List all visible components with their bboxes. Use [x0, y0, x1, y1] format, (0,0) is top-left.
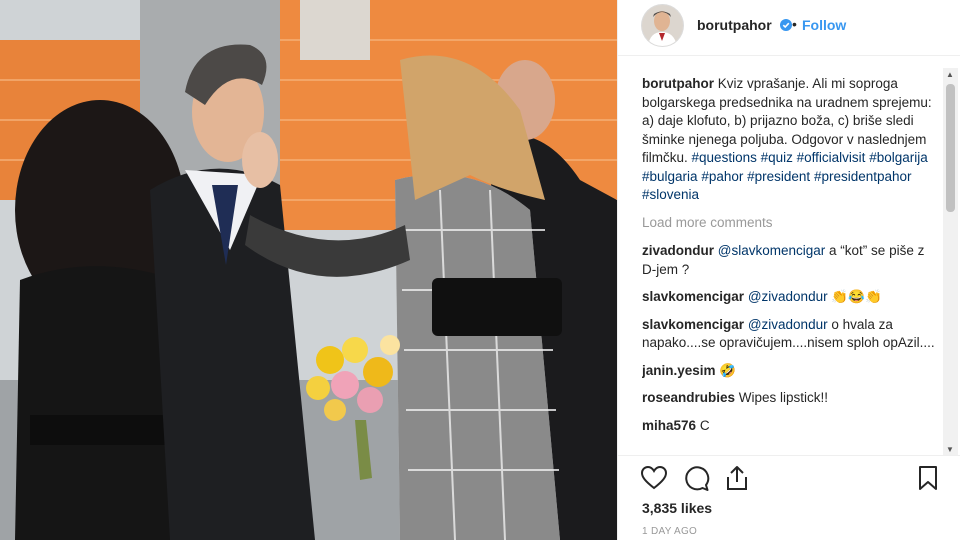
comment-username[interactable]: slavkomencigar	[642, 289, 744, 304]
separator-dot: •	[792, 16, 797, 32]
scroll-up-arrow-icon[interactable]: ▲	[946, 70, 954, 79]
comment-item: zivadondur @slavkomencigar a “kot” se pi…	[642, 242, 938, 279]
comment-item: janin.yesim 🤣	[642, 362, 938, 381]
post-photo[interactable]	[0, 0, 617, 540]
hashtag[interactable]: #slovenia	[642, 187, 699, 202]
comment-item: roseandrubies Wipes lipstick!!	[642, 389, 938, 408]
bookmark-icon[interactable]	[914, 464, 942, 492]
scrollbar-thumb[interactable]	[946, 84, 955, 212]
comments-scrollbar[interactable]: ▲ ▼	[943, 68, 958, 456]
verified-badge-icon	[780, 19, 792, 31]
heart-icon[interactable]	[640, 464, 668, 492]
hashtag[interactable]: #pahor	[701, 169, 743, 184]
comment-item: slavkomencigar @zivadondur 👏😂👏	[642, 288, 938, 307]
load-more-comments-button[interactable]: Load more comments	[642, 214, 938, 233]
follow-button[interactable]: Follow	[802, 17, 846, 33]
comment-text: Wipes lipstick!!	[738, 390, 829, 405]
comment-username[interactable]: roseandrubies	[642, 390, 735, 405]
post-username[interactable]: borutpahor	[697, 17, 772, 33]
comment-icon[interactable]	[682, 464, 710, 492]
likes-count[interactable]: 3,835 likes	[642, 500, 712, 516]
comment-text: 🤣	[719, 362, 737, 378]
hashtag[interactable]: #quiz	[761, 150, 793, 165]
post-actions-bar	[618, 455, 960, 502]
comments-list[interactable]: borutpahor Kviz vprašanje. Ali mi soprog…	[642, 75, 938, 450]
comment-text: 👏😂👏	[831, 289, 882, 304]
comment-username[interactable]: miha576	[642, 418, 696, 433]
avatar-image	[642, 5, 683, 46]
caption-username[interactable]: borutpahor	[642, 76, 714, 91]
hashtag[interactable]: #officialvisit	[797, 150, 866, 165]
hashtag[interactable]: #bulgaria	[642, 169, 698, 184]
comment-username[interactable]: slavkomencigar	[642, 317, 744, 332]
scroll-down-arrow-icon[interactable]: ▼	[946, 445, 954, 454]
post-caption: borutpahor Kviz vprašanje. Ali mi soprog…	[642, 75, 938, 205]
comment-mention[interactable]: @zivadondur	[748, 317, 828, 332]
comment-mention[interactable]: @slavkomencigar	[718, 243, 826, 258]
hashtag[interactable]: #presidentpahor	[814, 169, 912, 184]
post-side-panel: borutpahor • Follow borutpahor Kviz vpra…	[617, 0, 960, 540]
comment-item: miha576 C	[642, 417, 938, 436]
comment-item: slavkomencigar @zivadondur o hvala za na…	[642, 316, 938, 353]
hashtag[interactable]: #bolgarija	[869, 150, 928, 165]
comment-username[interactable]: janin.yesim	[642, 363, 716, 378]
comment-text: C	[699, 417, 710, 433]
post-timestamp[interactable]: 1 DAY AGO	[642, 526, 697, 537]
post-header: borutpahor • Follow	[618, 0, 960, 56]
photo-illustration	[0, 0, 617, 540]
avatar[interactable]	[642, 5, 683, 46]
comment-mention[interactable]: @zivadondur	[748, 289, 828, 304]
comment-username[interactable]: zivadondur	[642, 243, 714, 258]
hashtag[interactable]: #president	[747, 169, 810, 184]
share-icon[interactable]	[723, 464, 751, 492]
hashtag[interactable]: #questions	[692, 150, 757, 165]
